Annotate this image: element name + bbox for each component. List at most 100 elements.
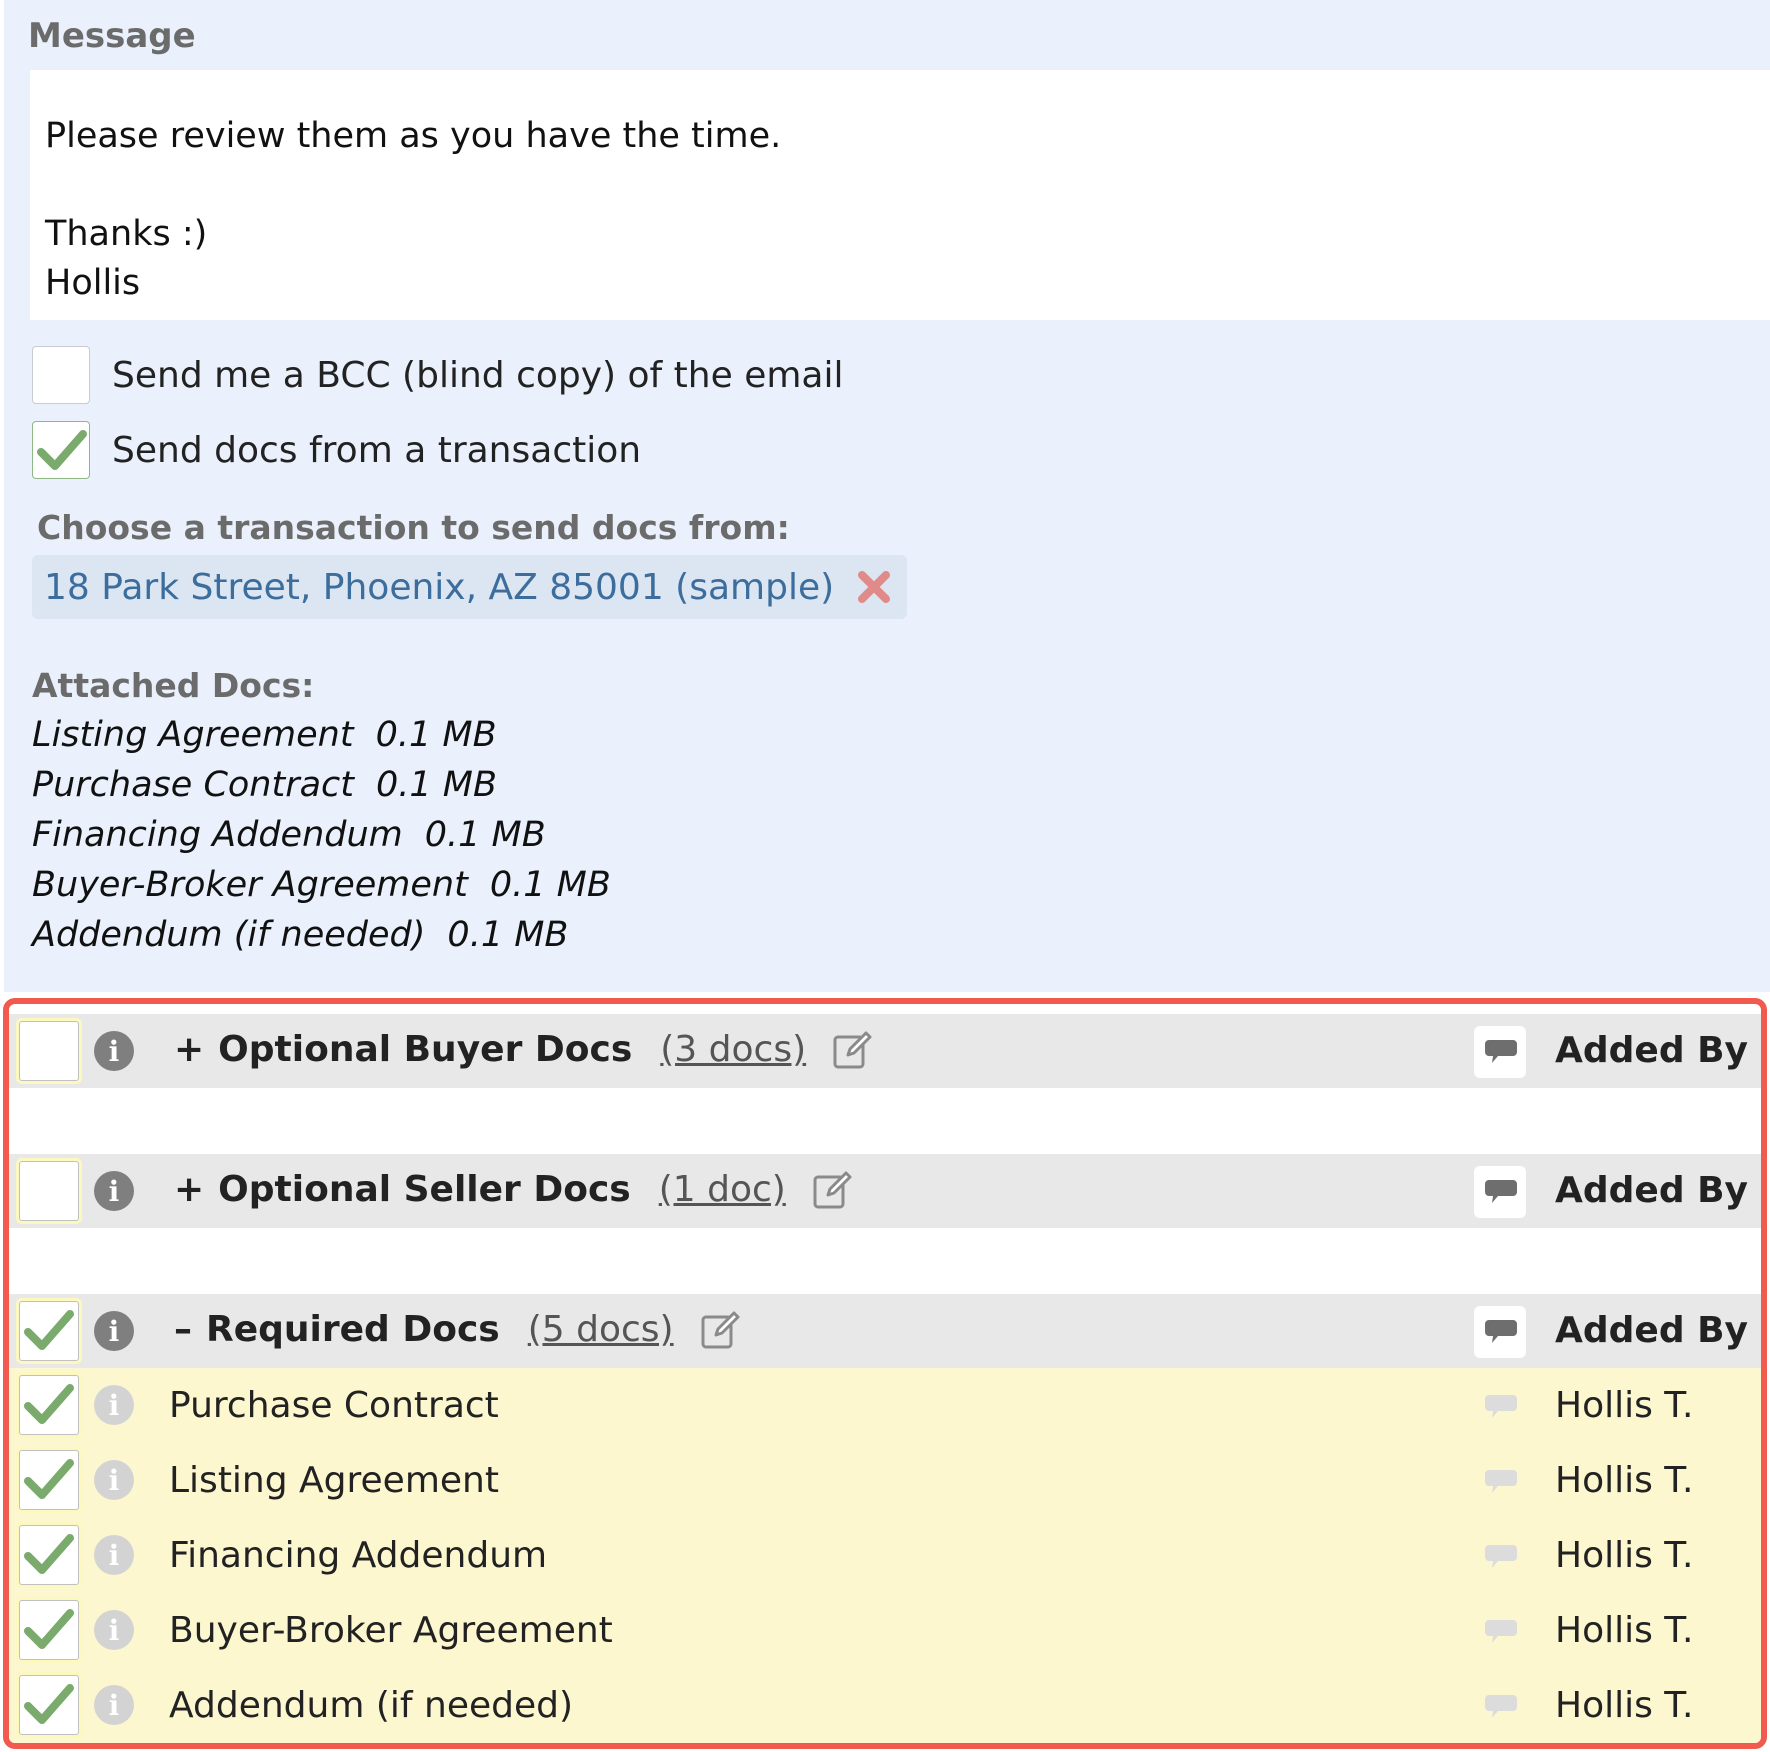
info-icon[interactable]: i	[94, 1535, 134, 1575]
checkmark-icon	[24, 1534, 74, 1574]
attached-doc: Buyer-Broker Agreement 0.1 MB	[32, 865, 611, 915]
attached-doc-name: Financing Addendum	[32, 815, 403, 855]
doc-group-optional-buyer: i + Optional Buyer Docs (3 docs) Added B…	[9, 1014, 1761, 1088]
doc-count-link[interactable]: (1 doc)	[659, 1169, 786, 1210]
doc-name[interactable]: Financing Addendum	[169, 1535, 547, 1576]
group-title: Optional Buyer Docs	[218, 1029, 633, 1070]
comment-button[interactable]	[1474, 1166, 1526, 1218]
attached-doc: Purchase Contract 0.1 MB	[32, 765, 611, 815]
added-by-name: Hollis T.	[1555, 1460, 1694, 1501]
doc-row: i Purchase Contract Hollis T.	[9, 1368, 1761, 1443]
doc-row: i Addendum (if needed) Hollis T.	[9, 1668, 1761, 1743]
bcc-option[interactable]: Send me a BCC (blind copy) of the email	[32, 345, 843, 405]
expand-icon[interactable]: +	[174, 1029, 204, 1070]
comment-icon[interactable]	[1484, 1394, 1518, 1420]
attached-doc: Financing Addendum 0.1 MB	[32, 815, 611, 865]
email-form-panel: Message Please review them as you have t…	[4, 0, 1770, 992]
attached-doc: Listing Agreement 0.1 MB	[32, 715, 611, 765]
transaction-label: Choose a transaction to send docs from:	[37, 508, 790, 547]
checkmark-icon	[24, 1459, 74, 1499]
doc-name[interactable]: Addendum (if needed)	[169, 1685, 573, 1726]
checkmark-icon	[24, 1384, 74, 1424]
info-icon[interactable]: i	[94, 1460, 134, 1500]
comment-icon	[1485, 1180, 1517, 1203]
transaction-value: 18 Park Street, Phoenix, AZ 85001 (sampl…	[44, 566, 835, 608]
doc-selection-panel: i + Optional Buyer Docs (3 docs) Added B…	[3, 998, 1767, 1749]
attached-doc-size: 0.1 MB	[375, 715, 497, 755]
collapse-icon[interactable]: –	[174, 1309, 192, 1350]
comment-icon[interactable]	[1484, 1544, 1518, 1570]
attached-doc-size: 0.1 MB	[447, 915, 569, 955]
edit-icon[interactable]	[812, 1170, 852, 1210]
comment-button[interactable]	[1474, 1026, 1526, 1078]
message-line: Please review them as you have the time.	[45, 116, 782, 156]
group-header[interactable]: + Optional Buyer Docs (3 docs)	[174, 1029, 872, 1070]
comment-icon[interactable]	[1484, 1469, 1518, 1495]
attached-doc-size: 0.1 MB	[376, 765, 498, 805]
doc-checkbox[interactable]	[19, 1600, 79, 1660]
doc-count-link[interactable]: (5 docs)	[528, 1309, 674, 1350]
group-title: Required Docs	[206, 1309, 500, 1350]
info-icon[interactable]: i	[94, 1031, 134, 1071]
doc-name[interactable]: Purchase Contract	[169, 1385, 499, 1426]
info-icon[interactable]: i	[94, 1385, 134, 1425]
group-checkbox[interactable]	[19, 1301, 79, 1361]
group-header[interactable]: + Optional Seller Docs (1 doc)	[174, 1169, 852, 1210]
comment-icon[interactable]	[1484, 1619, 1518, 1645]
comment-icon[interactable]	[1484, 1694, 1518, 1720]
edit-icon[interactable]	[832, 1030, 872, 1070]
message-textarea[interactable]: Please review them as you have the time.…	[30, 70, 1770, 320]
comment-icon	[1485, 1320, 1517, 1343]
bcc-checkbox[interactable]	[32, 346, 90, 404]
group-title: Optional Seller Docs	[218, 1169, 631, 1210]
added-by-header: Added By	[1555, 1030, 1749, 1071]
send-docs-checkbox[interactable]	[32, 421, 90, 479]
send-docs-option[interactable]: Send docs from a transaction	[32, 420, 641, 480]
attached-doc-size: 0.1 MB	[424, 815, 546, 855]
checkmark-icon	[24, 1684, 74, 1724]
doc-count-link[interactable]: (3 docs)	[660, 1029, 806, 1070]
doc-group-required: i – Required Docs (5 docs) Added By	[9, 1294, 1761, 1368]
attached-doc-name: Buyer-Broker Agreement	[32, 865, 468, 905]
comment-button[interactable]	[1474, 1306, 1526, 1358]
doc-checkbox[interactable]	[19, 1525, 79, 1585]
bcc-label: Send me a BCC (blind copy) of the email	[112, 354, 844, 396]
doc-name[interactable]: Listing Agreement	[169, 1460, 499, 1501]
attached-docs-label: Attached Docs:	[32, 666, 315, 705]
checkmark-icon	[37, 430, 87, 470]
doc-row: i Financing Addendum Hollis T.	[9, 1518, 1761, 1593]
added-by-name: Hollis T.	[1555, 1385, 1694, 1426]
attached-doc-name: Listing Agreement	[32, 715, 354, 755]
checkmark-icon	[24, 1310, 74, 1350]
comment-icon	[1485, 1040, 1517, 1063]
info-icon[interactable]: i	[94, 1685, 134, 1725]
info-icon[interactable]: i	[94, 1171, 134, 1211]
info-icon[interactable]: i	[94, 1311, 134, 1351]
message-line: Thanks :)	[45, 214, 208, 254]
message-line: Hollis	[45, 263, 141, 303]
edit-icon[interactable]	[700, 1310, 740, 1350]
added-by-header: Added By	[1555, 1170, 1749, 1211]
doc-checkbox[interactable]	[19, 1450, 79, 1510]
added-by-name: Hollis T.	[1555, 1685, 1694, 1726]
message-label: Message	[28, 16, 196, 56]
doc-group-optional-seller: i + Optional Seller Docs (1 doc) Added B…	[9, 1154, 1761, 1228]
attached-doc-name: Addendum (if needed)	[32, 915, 426, 955]
expand-icon[interactable]: +	[174, 1169, 204, 1210]
doc-checkbox[interactable]	[19, 1675, 79, 1735]
doc-row: i Buyer-Broker Agreement Hollis T.	[9, 1593, 1761, 1668]
added-by-name: Hollis T.	[1555, 1610, 1694, 1651]
transaction-selector[interactable]: 18 Park Street, Phoenix, AZ 85001 (sampl…	[32, 555, 907, 619]
added-by-header: Added By	[1555, 1310, 1749, 1351]
group-checkbox[interactable]	[19, 1161, 79, 1221]
close-icon[interactable]	[854, 567, 894, 607]
attached-doc-name: Purchase Contract	[32, 765, 355, 805]
attached-doc: Addendum (if needed) 0.1 MB	[32, 915, 611, 965]
group-header[interactable]: – Required Docs (5 docs)	[174, 1309, 740, 1350]
info-icon[interactable]: i	[94, 1610, 134, 1650]
doc-checkbox[interactable]	[19, 1375, 79, 1435]
attached-docs-list: Listing Agreement 0.1 MB Purchase Contrac…	[32, 715, 611, 965]
doc-name[interactable]: Buyer-Broker Agreement	[169, 1610, 613, 1651]
added-by-name: Hollis T.	[1555, 1535, 1694, 1576]
group-checkbox[interactable]	[19, 1021, 79, 1081]
